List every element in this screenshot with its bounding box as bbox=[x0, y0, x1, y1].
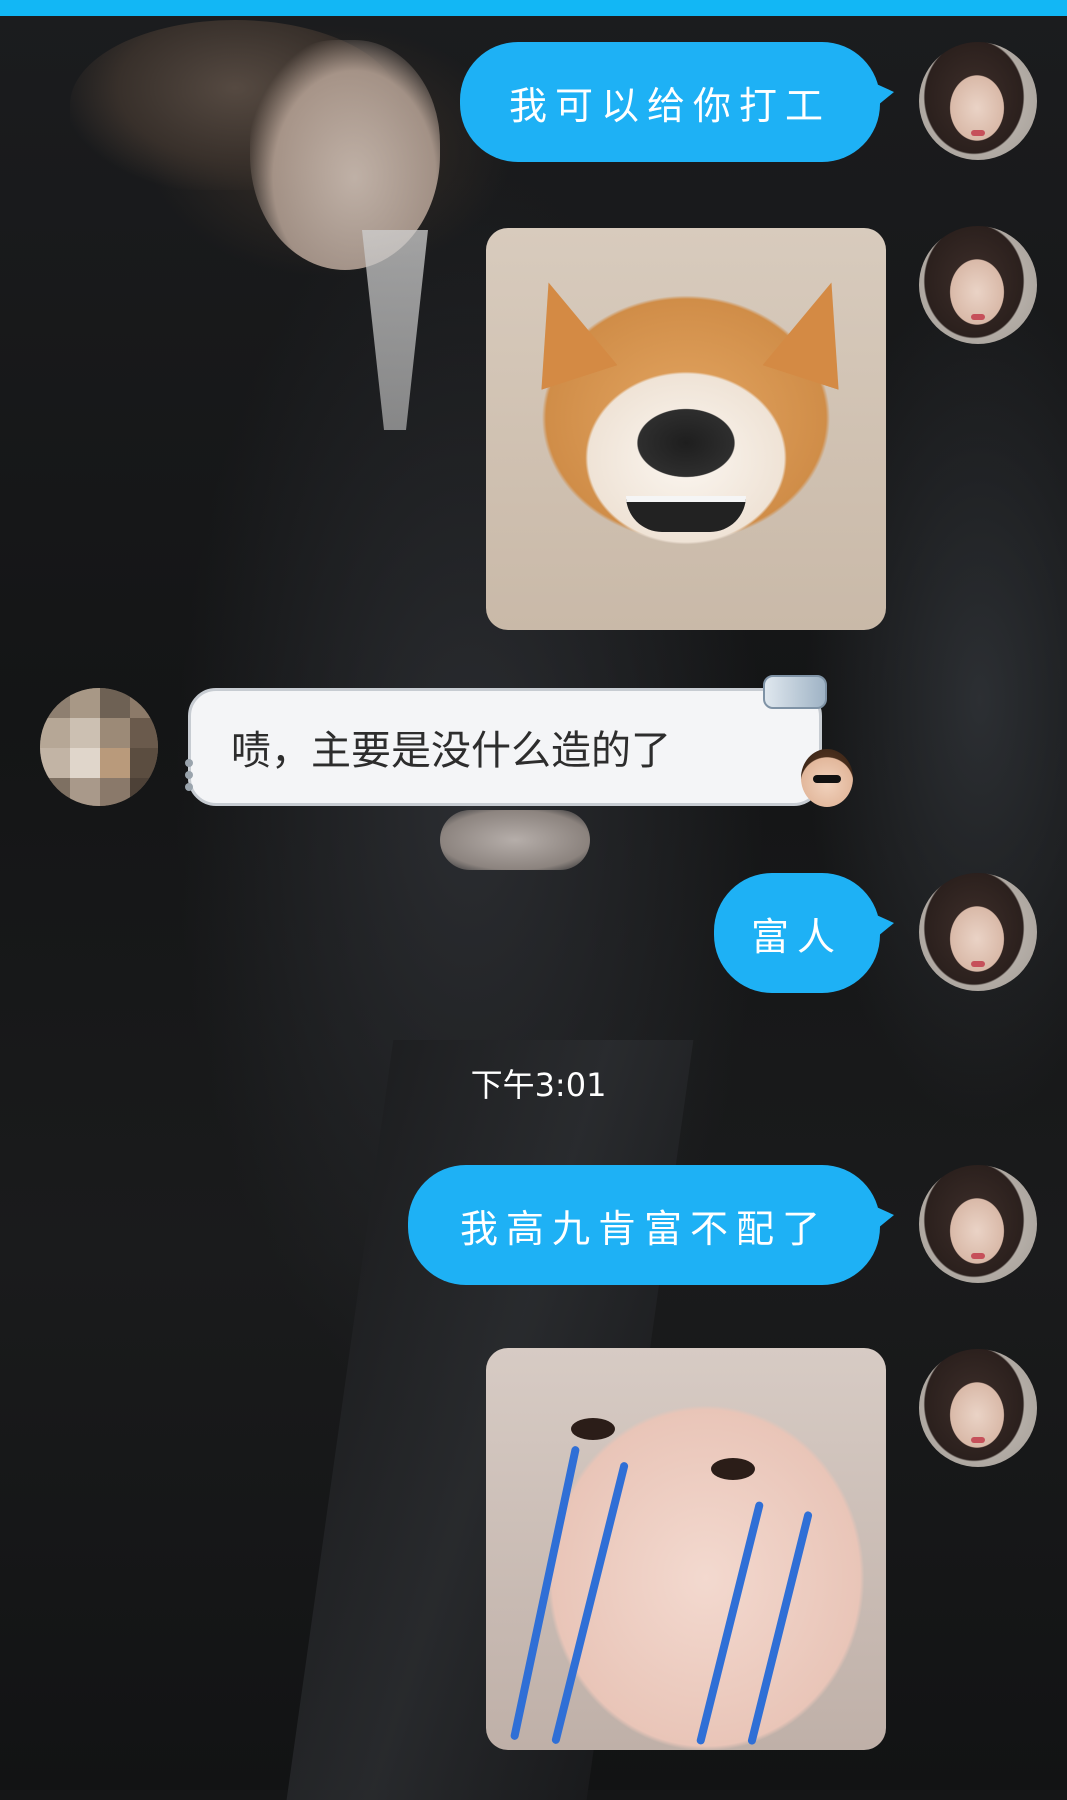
message-bubble-received[interactable]: 啧，主要是没什么造的了 bbox=[185, 675, 853, 807]
message-text: 富人 bbox=[750, 914, 843, 959]
message-bubble-sent[interactable]: 我可以给你打工 bbox=[460, 42, 894, 162]
background-figure-hand bbox=[440, 810, 590, 870]
my-avatar[interactable] bbox=[919, 1349, 1037, 1467]
message-bubble-sent[interactable]: 富人 bbox=[714, 873, 894, 993]
message-bubble-sent[interactable]: 我高九肯富不配了 bbox=[408, 1165, 894, 1285]
bubble-decoration-dots bbox=[185, 755, 215, 795]
message-timestamp: 下午3:01 bbox=[470, 1066, 607, 1104]
message-text: 我高九肯富不配了 bbox=[459, 1206, 828, 1251]
bubble-character-icon bbox=[801, 749, 853, 807]
top-accent-bar bbox=[0, 0, 1067, 16]
contact-avatar-pixelated[interactable] bbox=[40, 688, 158, 806]
my-avatar[interactable] bbox=[919, 42, 1037, 160]
message-text: 啧，主要是没什么造的了 bbox=[231, 728, 671, 774]
my-avatar[interactable] bbox=[919, 1165, 1037, 1283]
bubble-decoration bbox=[763, 675, 827, 709]
my-avatar[interactable] bbox=[919, 226, 1037, 344]
sticker-crying-baby[interactable] bbox=[486, 1348, 886, 1750]
my-avatar[interactable] bbox=[919, 873, 1037, 991]
sticker-shiba-dog[interactable] bbox=[486, 228, 886, 630]
message-text: 我可以给你打工 bbox=[508, 83, 831, 128]
